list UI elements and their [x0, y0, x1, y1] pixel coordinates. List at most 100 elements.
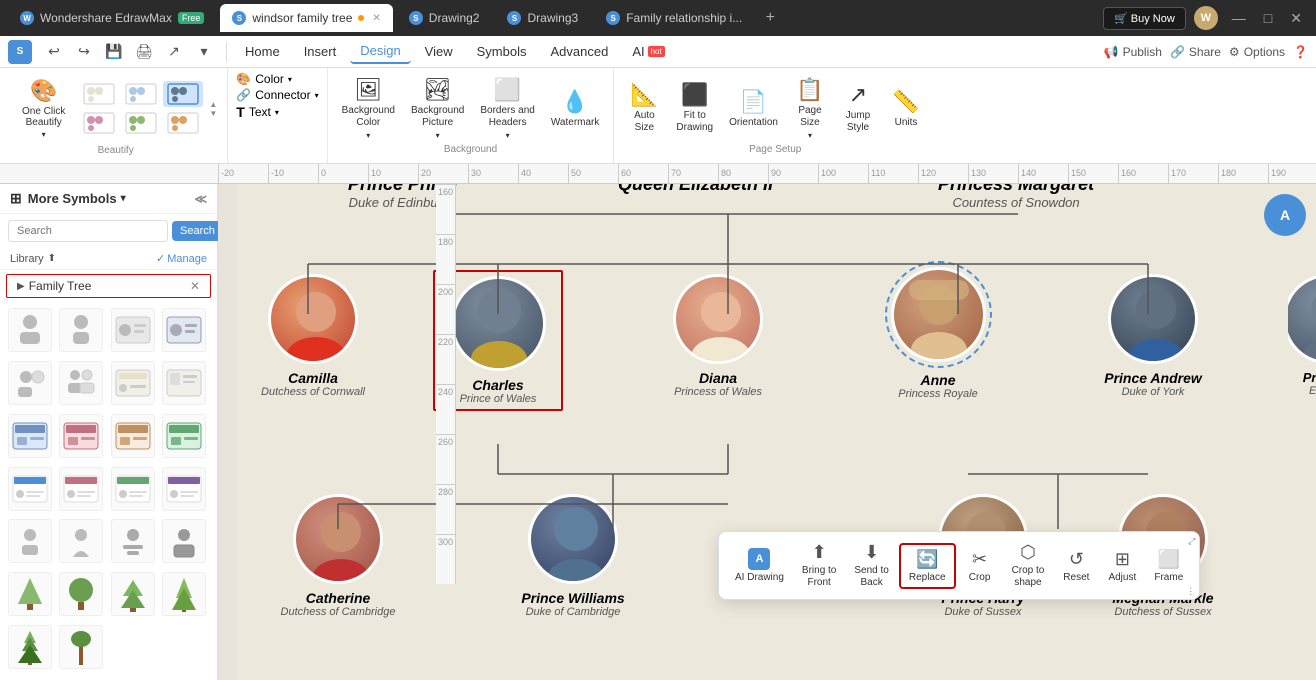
symbol-card-8[interactable] — [162, 467, 206, 511]
minimize-btn[interactable]: — — [1226, 8, 1252, 28]
menu-tab-design[interactable]: Design — [350, 39, 410, 64]
ctx-bring-front-btn[interactable]: ⬆ Bring toFront — [794, 538, 844, 593]
symbol-card-4[interactable] — [162, 361, 206, 405]
person-diana[interactable]: Diana Princess of Wales — [658, 274, 778, 398]
sidebar-collapse-btn[interactable]: ≪ — [194, 192, 207, 206]
menu-tab-symbols[interactable]: Symbols — [467, 40, 537, 63]
ctx-reset-btn[interactable]: ↺ Reset — [1054, 545, 1098, 587]
ctx-adjust-btn[interactable]: ⊞ Adjust — [1100, 545, 1144, 587]
search-button[interactable]: Search — [172, 221, 223, 241]
buy-now-btn[interactable]: 🛒 Buy Now — [1103, 7, 1186, 30]
tab-family-rel[interactable]: S Family relationship i... — [594, 4, 754, 32]
symbol-card-3[interactable] — [111, 361, 155, 405]
symbol-id-card-1[interactable] — [111, 308, 155, 352]
symbol-sm-3[interactable] — [111, 519, 155, 563]
save-btn[interactable]: 💾 — [100, 38, 128, 66]
person-edward-partial[interactable]: Prince... Earl o... — [1288, 274, 1316, 397]
auto-size-btn[interactable]: 📐 AutoSize — [622, 78, 666, 138]
help-btn[interactable]: ❓ — [1293, 45, 1308, 59]
person-anne[interactable]: Anne Princess Royale — [873, 267, 1003, 400]
style-btn-1[interactable] — [79, 81, 119, 107]
family-tree-close-btn[interactable]: ✕ — [190, 279, 200, 293]
tab-close-btn[interactable]: ✕ — [372, 13, 380, 24]
export-btn[interactable]: ↗ — [160, 38, 188, 66]
symbol-tree-3[interactable] — [111, 572, 155, 616]
print-btn[interactable]: 🖨 — [130, 38, 158, 66]
ctx-crop-btn[interactable]: ✂ Crop — [958, 545, 1002, 587]
tab-edrawmax[interactable]: W Wondershare EdrawMax Free — [8, 4, 216, 32]
close-btn[interactable]: ✕ — [1284, 8, 1308, 29]
borders-headers-btn[interactable]: ⬜ Borders andHeaders ▾ — [474, 73, 540, 144]
ctx-send-back-btn[interactable]: ⬇ Send toBack — [846, 538, 896, 593]
menu-tab-ai[interactable]: AI hot — [622, 40, 674, 63]
drawing-canvas[interactable]: Prince Philip Duke of Edinburgh Queen El… — [238, 184, 1316, 680]
person-camilla[interactable]: Camilla Dutchess of Cornwall — [258, 274, 368, 398]
family-tree-category[interactable]: ▶ Family Tree ✕ — [6, 274, 211, 298]
share-btn[interactable]: 🔗 Share — [1170, 45, 1221, 59]
orientation-btn[interactable]: 📄 Orientation — [723, 85, 784, 132]
publish-btn[interactable]: 📢 Publish — [1104, 45, 1162, 59]
symbol-tree-2[interactable] — [59, 572, 103, 616]
symbol-card-5[interactable] — [8, 467, 52, 511]
symbol-sm-4[interactable] — [162, 519, 206, 563]
symbol-person-male[interactable] — [8, 308, 52, 352]
menu-tab-insert[interactable]: Insert — [294, 40, 347, 63]
canvas-area[interactable]: 160 180 200 220 240 260 280 300 — [218, 184, 1316, 680]
symbol-card-green[interactable] — [162, 414, 206, 458]
connector-btn[interactable]: 🔗 Connector ▾ — [236, 88, 318, 102]
add-tab-btn[interactable]: + — [758, 6, 782, 30]
ctx-ai-drawing-btn[interactable]: A AI Drawing — [727, 544, 792, 587]
menu-tab-home[interactable]: Home — [235, 40, 290, 63]
person-williams[interactable]: Prince Williams Duke of Cambridge — [508, 494, 638, 618]
symbol-card-blue[interactable] — [8, 414, 52, 458]
style-btn-2[interactable] — [121, 81, 161, 107]
symbol-sm-1[interactable] — [8, 519, 52, 563]
units-btn[interactable]: 📏 Units — [884, 85, 928, 132]
ctx-replace-btn[interactable]: 🔄 Replace — [899, 543, 956, 589]
text-btn[interactable]: T Text ▾ — [236, 104, 279, 120]
symbol-tree-4[interactable] — [162, 572, 206, 616]
search-input[interactable] — [8, 220, 168, 242]
symbol-tree-1[interactable] — [8, 572, 52, 616]
watermark-btn[interactable]: 💧 Watermark — [545, 85, 606, 132]
tab-drawing2[interactable]: S Drawing2 — [397, 4, 492, 32]
style-btn-6[interactable] — [163, 110, 203, 136]
user-avatar[interactable]: W — [1194, 6, 1218, 30]
symbol-tree-6[interactable] — [59, 625, 103, 669]
page-size-btn[interactable]: 📋 PageSize ▾ — [788, 73, 832, 144]
undo-btn[interactable]: ↩ — [40, 38, 68, 66]
symbol-card-red[interactable] — [59, 414, 103, 458]
style-btn-5[interactable] — [121, 110, 161, 136]
color-btn[interactable]: 🎨 Color ▾ — [236, 72, 292, 86]
symbol-person-couple[interactable] — [59, 361, 103, 405]
tab-drawing3[interactable]: S Drawing3 — [495, 4, 590, 32]
redo-btn[interactable]: ↪ — [70, 38, 98, 66]
more-btn[interactable]: ▾ — [190, 38, 218, 66]
menu-tab-view[interactable]: View — [415, 40, 463, 63]
ctx-crop-shape-btn[interactable]: ⬡ Crop toshape — [1004, 538, 1053, 593]
symbol-card-7[interactable] — [111, 467, 155, 511]
symbol-person-male-2[interactable] — [8, 361, 52, 405]
tab-windsor[interactable]: S windsor family tree ✕ — [220, 4, 392, 32]
symbol-card-6[interactable] — [59, 467, 103, 511]
fit-drawing-btn[interactable]: ⬛ Fit toDrawing — [670, 78, 719, 138]
person-andrew[interactable]: Prince Andrew Duke of York — [1088, 274, 1218, 398]
options-btn[interactable]: ⚙ Options — [1229, 45, 1285, 59]
maximize-btn[interactable]: □ — [1258, 8, 1278, 28]
ctx-frame-btn[interactable]: ⬜ Frame — [1146, 545, 1191, 587]
symbol-sm-2[interactable] — [59, 519, 103, 563]
manage-btn[interactable]: ✓ Manage — [156, 252, 207, 265]
style-btn-3[interactable] — [163, 81, 203, 107]
symbol-person-female[interactable] — [59, 308, 103, 352]
beautify-expand[interactable]: ▲▼ — [207, 100, 219, 118]
bg-picture-btn[interactable]: 🏞 BackgroundPicture ▾ — [405, 73, 470, 144]
jump-style-btn[interactable]: ↗ JumpStyle — [836, 78, 880, 138]
style-btn-4[interactable] — [79, 110, 119, 136]
bg-color-btn[interactable]: 🖼 BackgroundColor ▾ — [336, 73, 401, 144]
menu-tab-advanced[interactable]: Advanced — [540, 40, 618, 63]
symbol-tree-5[interactable] — [8, 625, 52, 669]
ctx-collapse-btn[interactable]: ⤢ — [1188, 536, 1195, 547]
symbol-card-orange[interactable] — [111, 414, 155, 458]
one-click-beautify-btn[interactable]: 🎨 One ClickBeautify ▾ — [12, 72, 75, 145]
symbol-id-card-2[interactable] — [162, 308, 206, 352]
